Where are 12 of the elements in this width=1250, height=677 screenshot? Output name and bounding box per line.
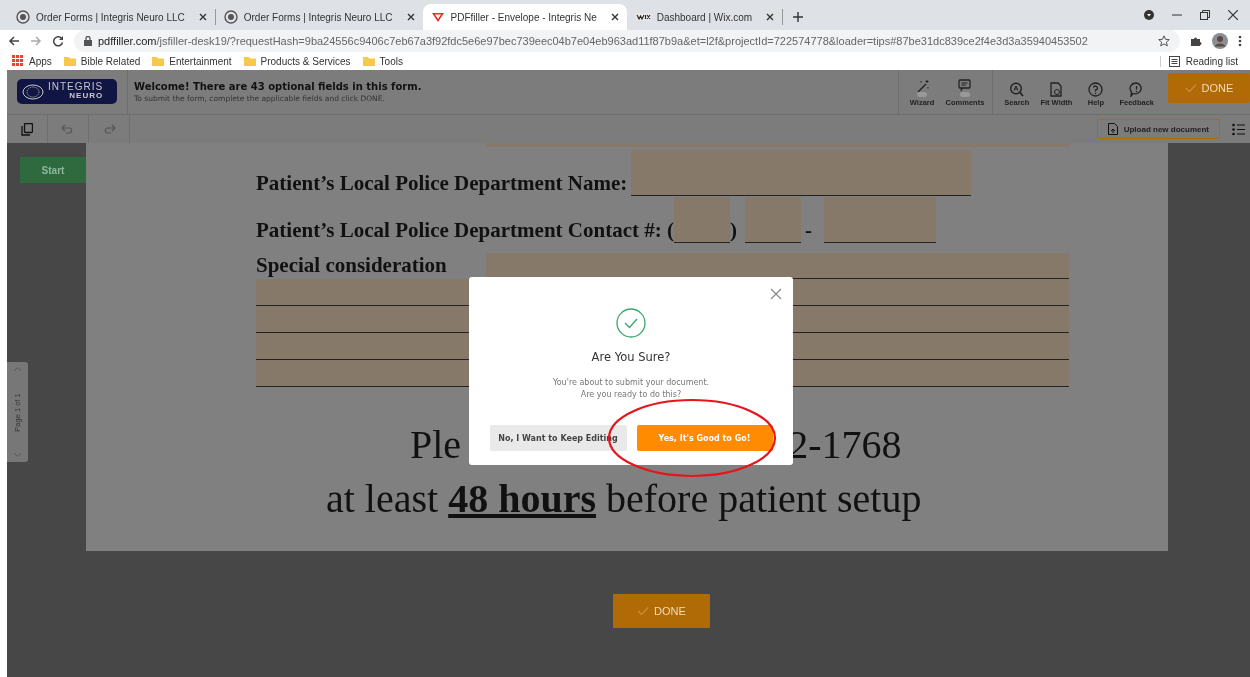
- notice-text: at least 48 hours before patient setup: [326, 475, 923, 523]
- notice-text: Ple: [410, 425, 462, 465]
- dialog-title: Are You Sure?: [591, 350, 671, 364]
- field-label: Patient’s Local Police Department Name:: [256, 171, 628, 196]
- dialog-message: You're about to submit your document. Are you ready to do this?: [552, 377, 710, 401]
- dash-text: -: [804, 218, 812, 243]
- notice-text: 2-1768: [788, 425, 902, 465]
- parenthesis-text: ): [729, 218, 737, 243]
- company-logo: INTEGRIS NEURO: [17, 79, 117, 104]
- welcome-title: Welcome! There are 43 optional fields in this form.: [134, 81, 422, 92]
- field-label: Patient’s Local Police Department Contact #: (: [256, 218, 674, 243]
- field-label: Special consideration: [256, 253, 447, 278]
